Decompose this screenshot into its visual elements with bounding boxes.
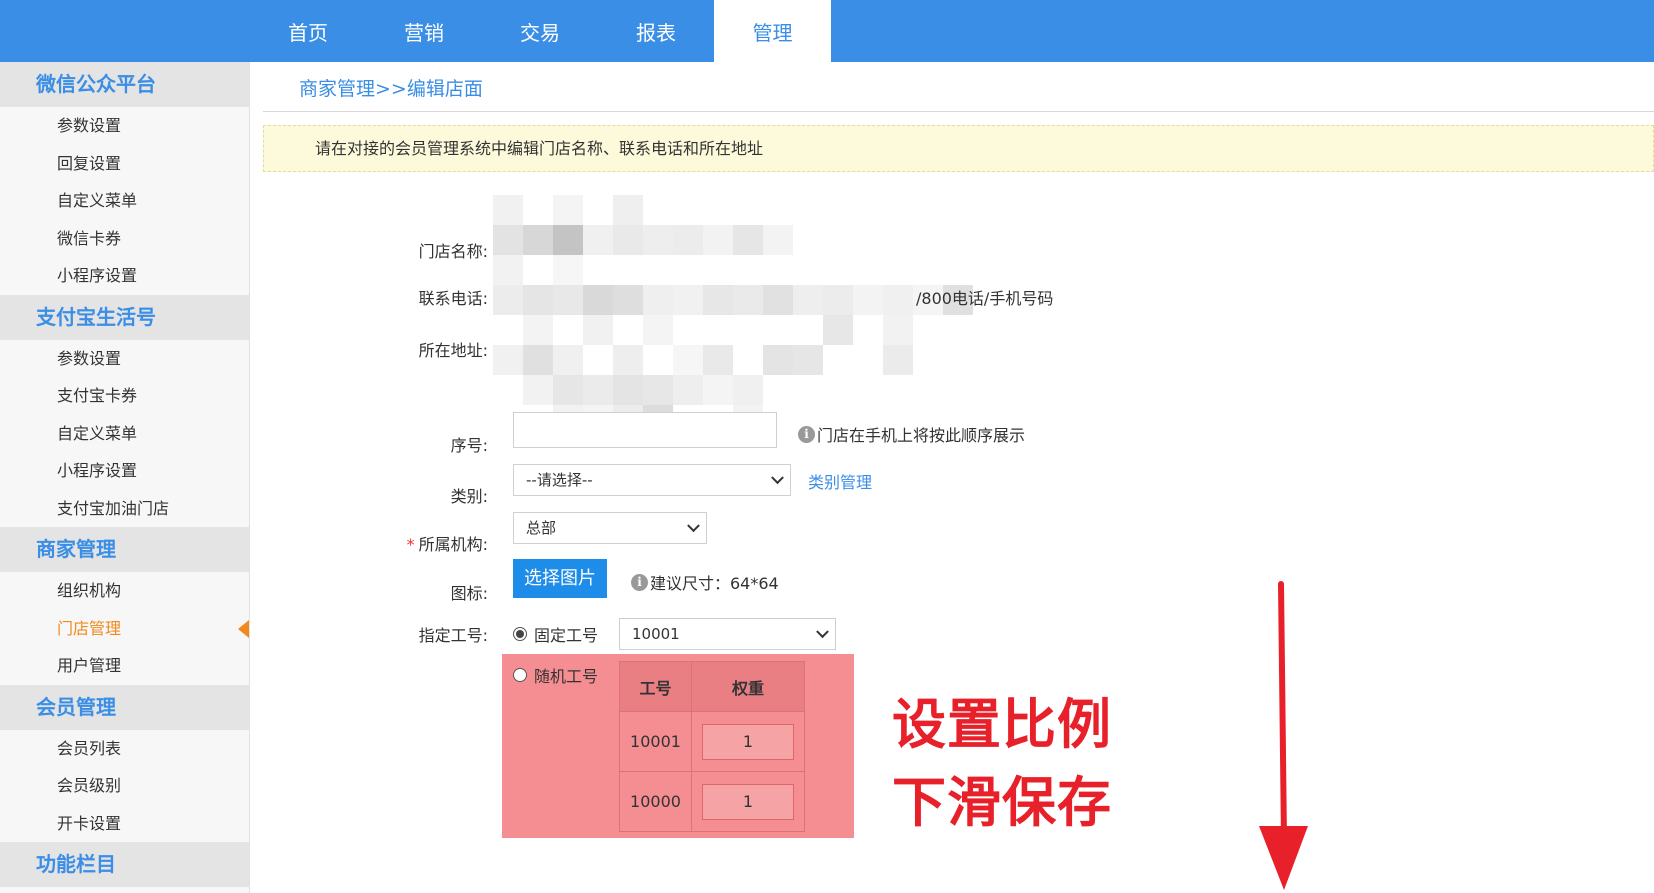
info-icon: i: [631, 573, 648, 591]
fixed-staff-radio[interactable]: 固定工号: [513, 622, 598, 646]
sidebar-item-wechat-coupons[interactable]: 微信卡券: [0, 220, 249, 258]
fixed-staff-radio-label: 固定工号: [534, 626, 599, 645]
phone-suffix: /800电话/手机号码: [916, 289, 1054, 308]
tab-reports[interactable]: 报表: [598, 0, 714, 62]
sidebar-item-alipay-miniapp[interactable]: 小程序设置: [0, 452, 249, 490]
sidebar-group-features[interactable]: 功能栏目: [0, 842, 249, 887]
seq-hint: i 门店在手机上将按此顺序展示: [798, 422, 1025, 446]
sidebar-group-members[interactable]: 会员管理: [0, 684, 249, 730]
seq-input[interactable]: [513, 412, 777, 448]
radio-checked-icon: [513, 627, 527, 641]
sidebar-item-wechat-miniapp[interactable]: 小程序设置: [0, 257, 249, 295]
org-label-text: 所属机构:: [418, 535, 488, 554]
sidebar-item-organization[interactable]: 组织机构: [0, 572, 249, 610]
column-header-id: 工号: [619, 661, 692, 712]
staff-label: 指定工号:: [418, 626, 488, 645]
random-staff-radio-label: 随机工号: [534, 667, 599, 686]
weight-input[interactable]: 1: [702, 723, 794, 760]
sidebar-item-store-management[interactable]: 门店管理: [0, 610, 249, 648]
address-label: 所在地址:: [418, 341, 488, 360]
chevron-down-icon: [687, 519, 700, 533]
org-select[interactable]: 总部: [513, 512, 707, 544]
sidebar-item-member-list[interactable]: 会员列表: [0, 730, 249, 768]
chevron-down-icon: [816, 625, 829, 639]
table-row: 10001 1: [619, 711, 805, 772]
seq-label: 序号:: [450, 436, 488, 455]
sidebar-group-wechat[interactable]: 微信公众平台: [0, 62, 249, 107]
tab-marketing[interactable]: 营销: [366, 0, 482, 62]
radio-unchecked-icon: [513, 668, 527, 682]
table-row: 10000 1: [619, 771, 805, 832]
icon-label: 图标:: [450, 584, 488, 603]
column-header-weight: 权重: [691, 661, 805, 712]
category-select-value: --请选择--: [526, 471, 593, 489]
down-arrow-icon: [1259, 581, 1308, 890]
org-select-value: 总部: [526, 519, 557, 537]
redacted-mosaic: [493, 195, 973, 495]
sidebar-item-alipay-gas-stores[interactable]: 支付宝加油门店: [0, 490, 249, 528]
sidebar-item-wechat-params[interactable]: 参数设置: [0, 107, 249, 145]
annotation-set-ratio: 设置比例: [892, 693, 1112, 756]
tab-management[interactable]: 管理: [714, 0, 831, 62]
top-nav: 首页 营销 交易 报表 管理: [0, 0, 1654, 62]
sidebar-group-merchant[interactable]: 商家管理: [0, 527, 249, 572]
store-name-label: 门店名称:: [418, 242, 488, 261]
main-content: 商家管理>>编辑店面 请在对接的会员管理系统中编辑门店名称、联系电话和所在地址 …: [263, 62, 1654, 893]
required-mark: *: [406, 535, 415, 554]
choose-image-button[interactable]: 选择图片: [513, 559, 607, 598]
seq-hint-text: 门店在手机上将按此顺序展示: [817, 426, 1026, 445]
info-icon: i: [798, 425, 815, 443]
sidebar-group-alipay[interactable]: 支付宝生活号: [0, 294, 249, 340]
sidebar-item-wechat-reply[interactable]: 回复设置: [0, 145, 249, 183]
sidebar-item-alipay-params[interactable]: 参数设置: [0, 340, 249, 378]
notice-banner: 请在对接的会员管理系统中编辑门店名称、联系电话和所在地址: [263, 125, 1654, 172]
weight-cell: 1: [691, 711, 805, 772]
breadcrumb: 商家管理>>编辑店面: [299, 78, 483, 100]
staff-id-cell: 10000: [619, 771, 692, 832]
weight-table: 工号 权重 10001 1 10000 1: [619, 661, 805, 832]
random-staff-radio[interactable]: 随机工号: [513, 663, 598, 687]
icon-size-hint-text: 建议尺寸：64*64: [650, 574, 779, 593]
tab-home[interactable]: 首页: [250, 0, 366, 62]
sidebar-item-alipay-menu[interactable]: 自定义菜单: [0, 415, 249, 453]
staff-id-cell: 10001: [619, 711, 692, 772]
sidebar: 微信公众平台 参数设置 回复设置 自定义菜单 微信卡券 小程序设置 支付宝生活号…: [0, 62, 250, 893]
category-select[interactable]: --请选择--: [513, 464, 791, 496]
table-header-row: 工号 权重: [619, 661, 805, 712]
sidebar-item-alipay-coupons[interactable]: 支付宝卡券: [0, 377, 249, 415]
annotation-scroll-save: 下滑保存: [892, 771, 1112, 834]
phone-label: 联系电话:: [418, 289, 488, 308]
header-divider: [263, 111, 1654, 112]
sidebar-item-wechat-menu[interactable]: 自定义菜单: [0, 182, 249, 220]
category-management-link[interactable]: 类别管理: [808, 469, 872, 493]
fixed-staff-select-value: 10001: [632, 625, 680, 643]
org-label: * 所属机构:: [388, 531, 488, 555]
icon-size-hint: i 建议尺寸：64*64: [631, 570, 779, 594]
chevron-down-icon: [771, 471, 784, 485]
weight-cell: 1: [691, 771, 805, 832]
sidebar-item-user-management[interactable]: 用户管理: [0, 647, 249, 685]
fixed-staff-select[interactable]: 10001: [619, 618, 836, 650]
tab-transactions[interactable]: 交易: [482, 0, 598, 62]
sidebar-item-card-settings[interactable]: 开卡设置: [0, 805, 249, 843]
category-label: 类别:: [450, 487, 488, 506]
weight-input[interactable]: 1: [702, 783, 794, 820]
sidebar-item-member-levels[interactable]: 会员级别: [0, 767, 249, 805]
